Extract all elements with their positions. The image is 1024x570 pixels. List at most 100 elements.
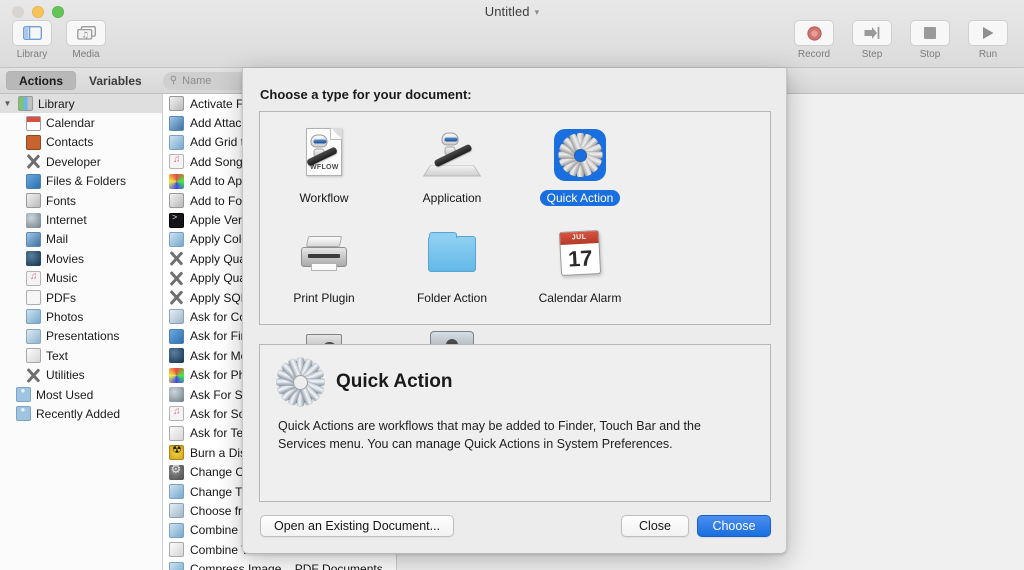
title-bar: Untitled ▾ Library ♫ Media Record Step S… [0, 0, 1024, 68]
sidebar-item-mail[interactable]: Mail [0, 230, 162, 249]
sidebar-item-developer[interactable]: Developer [0, 152, 162, 171]
toolbar-item-media[interactable]: ♫ Media [64, 20, 108, 60]
sidebar-item-music[interactable]: Music [0, 269, 162, 288]
sidebar-item-most-used[interactable]: Most Used [0, 385, 162, 404]
toolbar-item-media-label: Media [72, 49, 100, 60]
type-option-application[interactable]: Application [388, 120, 516, 220]
music-icon [169, 406, 184, 422]
sidebar-item-pdfs[interactable]: PDFs [0, 288, 162, 307]
sidebar-item-files-folders-label: Files & Folders [46, 174, 127, 189]
search-icon: ⚲ [169, 75, 178, 86]
type-option-folder-action[interactable]: Folder Action [388, 220, 516, 320]
sidebar-item-movies-label: Movies [46, 251, 85, 266]
gear-small-icon [169, 462, 184, 480]
fonts-icon [169, 96, 184, 112]
fonts-icon [26, 193, 41, 209]
photos-icon [169, 484, 184, 499]
printer-icon [295, 226, 353, 284]
toolbar-item-library[interactable]: Library [10, 20, 54, 60]
disclosure-triangle-icon[interactable]: ▼ [2, 99, 13, 108]
type-option-workflow[interactable]: WFLOW Workflow [260, 120, 388, 220]
sidebar-item-contacts[interactable]: Contacts [0, 133, 162, 152]
svg-text:♫: ♫ [81, 30, 88, 39]
music-icon [169, 154, 184, 170]
smart-folder-icon [16, 405, 31, 422]
sidebar-item-text[interactable]: Text [0, 346, 162, 365]
choose-button[interactable]: Choose [697, 515, 771, 537]
internet-icon [169, 387, 184, 403]
document-title[interactable]: Untitled ▾ [0, 4, 1024, 19]
utilities-icon [26, 368, 41, 383]
record-icon [794, 20, 834, 46]
sidebar-item-presentations[interactable]: Presentations [0, 327, 162, 346]
mail-icon [26, 231, 41, 247]
pdf-icon [26, 290, 41, 306]
sidebar-item-recently-added[interactable]: Recently Added [0, 404, 162, 423]
sidebar-item-movies[interactable]: Movies [0, 249, 162, 268]
terminal-icon [169, 212, 184, 228]
search-placeholder: Name [182, 74, 212, 87]
step-glyph [864, 27, 880, 39]
sidebar-item-most-used-label: Most Used [36, 387, 94, 402]
media-glyph: ♫ [76, 26, 96, 40]
type-description-title: Quick Action [336, 371, 453, 392]
type-option-print-plugin[interactable]: Print Plugin [260, 220, 388, 320]
colors-icon [169, 173, 184, 189]
workflow-extension-label: WFLOW [310, 164, 339, 171]
media-icon: ♫ [66, 20, 106, 46]
list-item[interactable]: Compress Image... PDF Documents [164, 559, 396, 570]
toolbar-item-stop[interactable]: Stop [908, 20, 952, 60]
application-robot-icon [422, 126, 482, 184]
sidebar-item-mail-label: Mail [46, 232, 69, 247]
workflow-document-icon: WFLOW [295, 126, 353, 184]
sidebar-item-developer-label: Developer [46, 154, 101, 169]
presentations-icon [26, 328, 41, 344]
sidebar-item-calendar[interactable]: Calendar [0, 113, 162, 132]
library-sidebar[interactable]: ▼ Library Calendar Contacts Developer Fi… [0, 94, 163, 570]
colors-icon [169, 367, 184, 383]
tab-actions[interactable]: Actions [6, 71, 77, 90]
developer-icon [169, 251, 184, 266]
type-option-quick-action[interactable]: Quick Action [516, 120, 644, 220]
chevron-down-icon[interactable]: ▾ [535, 7, 540, 17]
text-icon [169, 425, 184, 441]
document-type-grid[interactable]: WFLOW Workflow Application Quick Action … [259, 111, 771, 419]
sidebar-item-fonts[interactable]: Fonts [0, 191, 162, 210]
sidebar-item-files-folders[interactable]: Files & Folders [0, 172, 162, 191]
tab-variables[interactable]: Variables [76, 71, 155, 90]
type-option-folder-action-label: Folder Action [416, 291, 488, 305]
library-folder-icon [18, 96, 33, 112]
sidebar-item-text-label: Text [46, 348, 69, 363]
wand-icon [169, 309, 184, 325]
toolbar-item-step[interactable]: Step [850, 20, 894, 60]
burn-icon [169, 443, 184, 461]
open-existing-document-button[interactable]: Open an Existing Document... [260, 515, 455, 537]
close-button[interactable]: Close [621, 515, 689, 537]
photos-icon [26, 309, 41, 325]
toolbar-item-stop-label: Stop [919, 49, 941, 60]
internet-icon [26, 212, 41, 228]
sidebar-item-photos[interactable]: Photos [0, 307, 162, 326]
toolbar-item-run[interactable]: Run [966, 20, 1010, 60]
sidebar-item-recently-added-label: Recently Added [36, 406, 121, 421]
document-title-text: Untitled [484, 4, 530, 19]
toolbar-item-run-label: Run [978, 49, 998, 60]
choose-document-type-sheet: Choose a type for your document: WFLOW W… [242, 68, 787, 554]
folder-icon [423, 226, 481, 284]
smart-folder-icon [16, 386, 31, 403]
mail-icon [169, 115, 184, 131]
sidebar-item-library-root[interactable]: ▼ Library [0, 94, 162, 114]
sidebar-item-utilities[interactable]: Utilities [0, 365, 162, 384]
calendar-alarm-icon: JUL 17 [551, 226, 609, 284]
toolbar-item-record[interactable]: Record [792, 20, 836, 60]
type-option-print-plugin-label: Print Plugin [293, 291, 355, 305]
developer-icon [169, 271, 184, 286]
sidebar-item-fonts-label: Fonts [46, 193, 77, 208]
developer-icon [169, 290, 184, 305]
tab-actions-label: Actions [19, 73, 64, 88]
toolbar-item-record-label: Record [797, 49, 831, 60]
calendar-icon [26, 115, 41, 131]
library-icon [12, 20, 52, 46]
sidebar-item-internet[interactable]: Internet [0, 210, 162, 229]
type-option-calendar-alarm[interactable]: JUL 17 Calendar Alarm [516, 220, 644, 320]
